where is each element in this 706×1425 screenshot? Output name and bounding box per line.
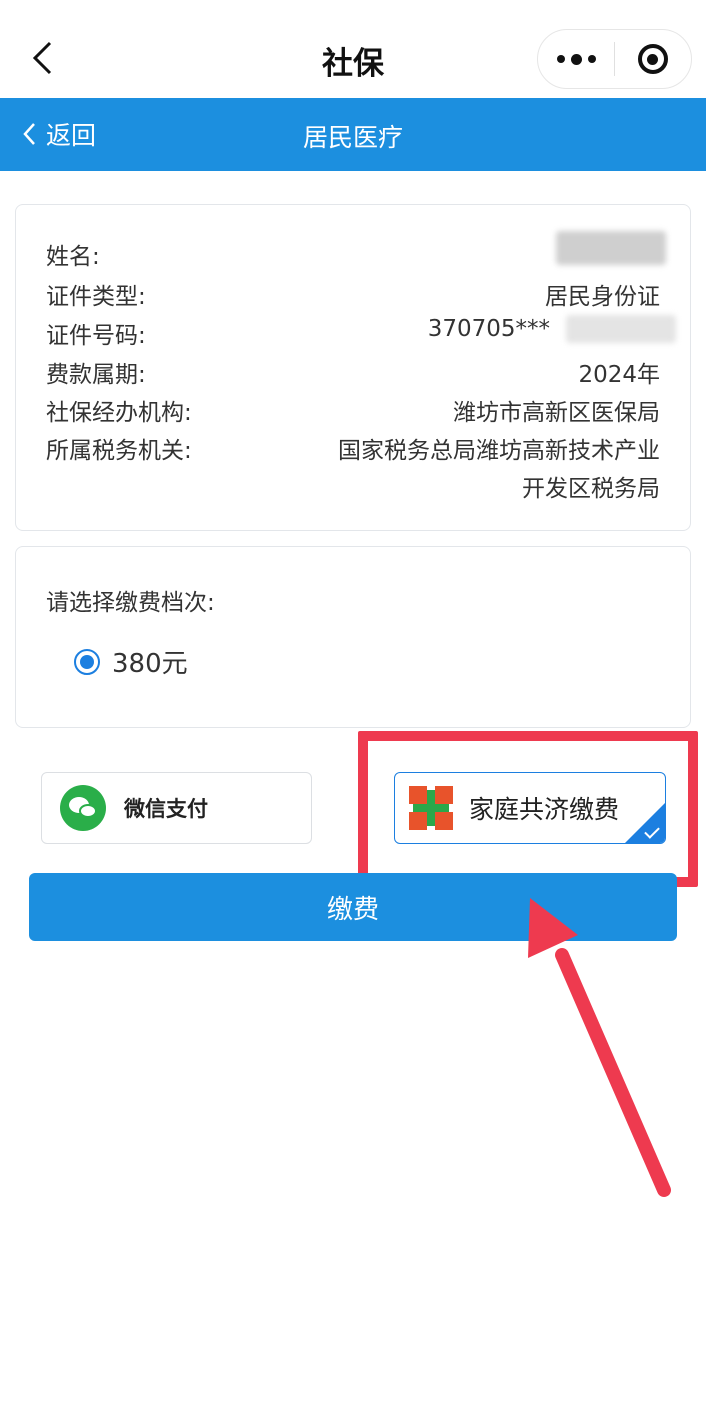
tier-option-label: 380元: [112, 649, 188, 679]
wechat-icon: [60, 785, 106, 831]
id-no-label: 证件号码:: [46, 323, 146, 349]
wechat-pay-option[interactable]: 微信支付: [41, 772, 312, 844]
tier-card: 请选择缴费档次: 380元: [15, 546, 691, 728]
tax-label: 所属税务机关:: [46, 438, 192, 464]
tax-value-line1: 国家税务总局潍坊高新技术产业: [338, 438, 660, 464]
radio-selected-icon[interactable]: [74, 648, 100, 675]
name-label: 姓名:: [46, 244, 100, 270]
tax-value-line2: 开发区税务局: [522, 476, 660, 502]
id-type-label: 证件类型:: [46, 284, 146, 310]
wechat-pay-label: 微信支付: [124, 797, 208, 821]
agency-value: 潍坊市高新区医保局: [453, 400, 660, 426]
id-no-value: 370705***: [427, 316, 550, 342]
info-card: 姓名: 证件类型: 居民身份证 证件号码: 370705*** 费款属期: 20…: [15, 204, 691, 531]
agency-label: 社保经办机构:: [46, 400, 192, 426]
section-header: 返回 居民医疗: [0, 98, 706, 171]
pay-button[interactable]: 缴费: [29, 873, 677, 941]
period-label: 费款属期:: [46, 362, 146, 388]
id-type-value: 居民身份证: [545, 284, 660, 310]
annotation-highlight-box: [358, 731, 698, 887]
target-icon[interactable]: [615, 30, 691, 88]
mini-program-navbar: 社保: [0, 0, 706, 98]
header-title: 居民医疗: [302, 123, 403, 152]
redacted-name: [556, 231, 666, 265]
period-value: 2024年: [578, 362, 660, 388]
more-dots-icon[interactable]: [538, 30, 614, 88]
capsule-menu: [537, 29, 692, 89]
tier-option-380[interactable]: 380元: [74, 643, 188, 680]
redacted-id: [566, 315, 676, 343]
tier-label: 请选择缴费档次:: [46, 590, 215, 616]
